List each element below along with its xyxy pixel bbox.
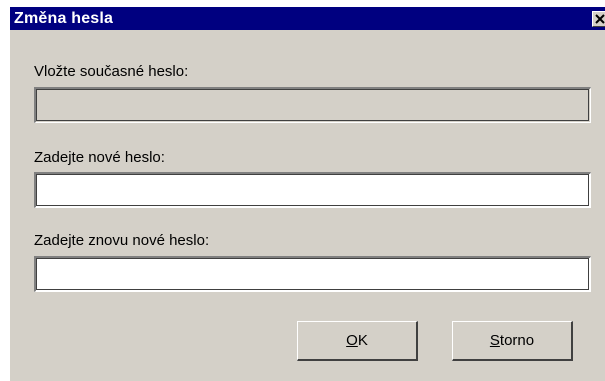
close-button[interactable] — [592, 11, 605, 27]
title-bar[interactable]: Změna hesla — [10, 7, 605, 30]
new-password-label: Zadejte nové heslo: — [34, 149, 165, 166]
password-change-dialog: Změna hesla Vložte současné heslo: Zadej… — [10, 7, 605, 381]
confirm-password-label: Zadejte znovu nové heslo: — [34, 232, 210, 249]
dialog-title: Změna hesla — [14, 10, 114, 27]
ok-button[interactable]: OK — [297, 321, 418, 361]
cancel-button-label: torno — [499, 331, 535, 349]
close-icon — [593, 12, 605, 26]
confirm-password-field[interactable] — [34, 256, 591, 292]
cancel-button-accelerator: S — [489, 331, 500, 349]
ok-button-accelerator: O — [346, 331, 358, 349]
ok-button-label: K — [357, 331, 368, 349]
current-password-label: Vložte současné heslo: — [34, 63, 189, 80]
new-password-field[interactable] — [34, 172, 591, 208]
cancel-button[interactable]: Storno — [452, 321, 573, 361]
current-password-field[interactable] — [34, 87, 591, 123]
